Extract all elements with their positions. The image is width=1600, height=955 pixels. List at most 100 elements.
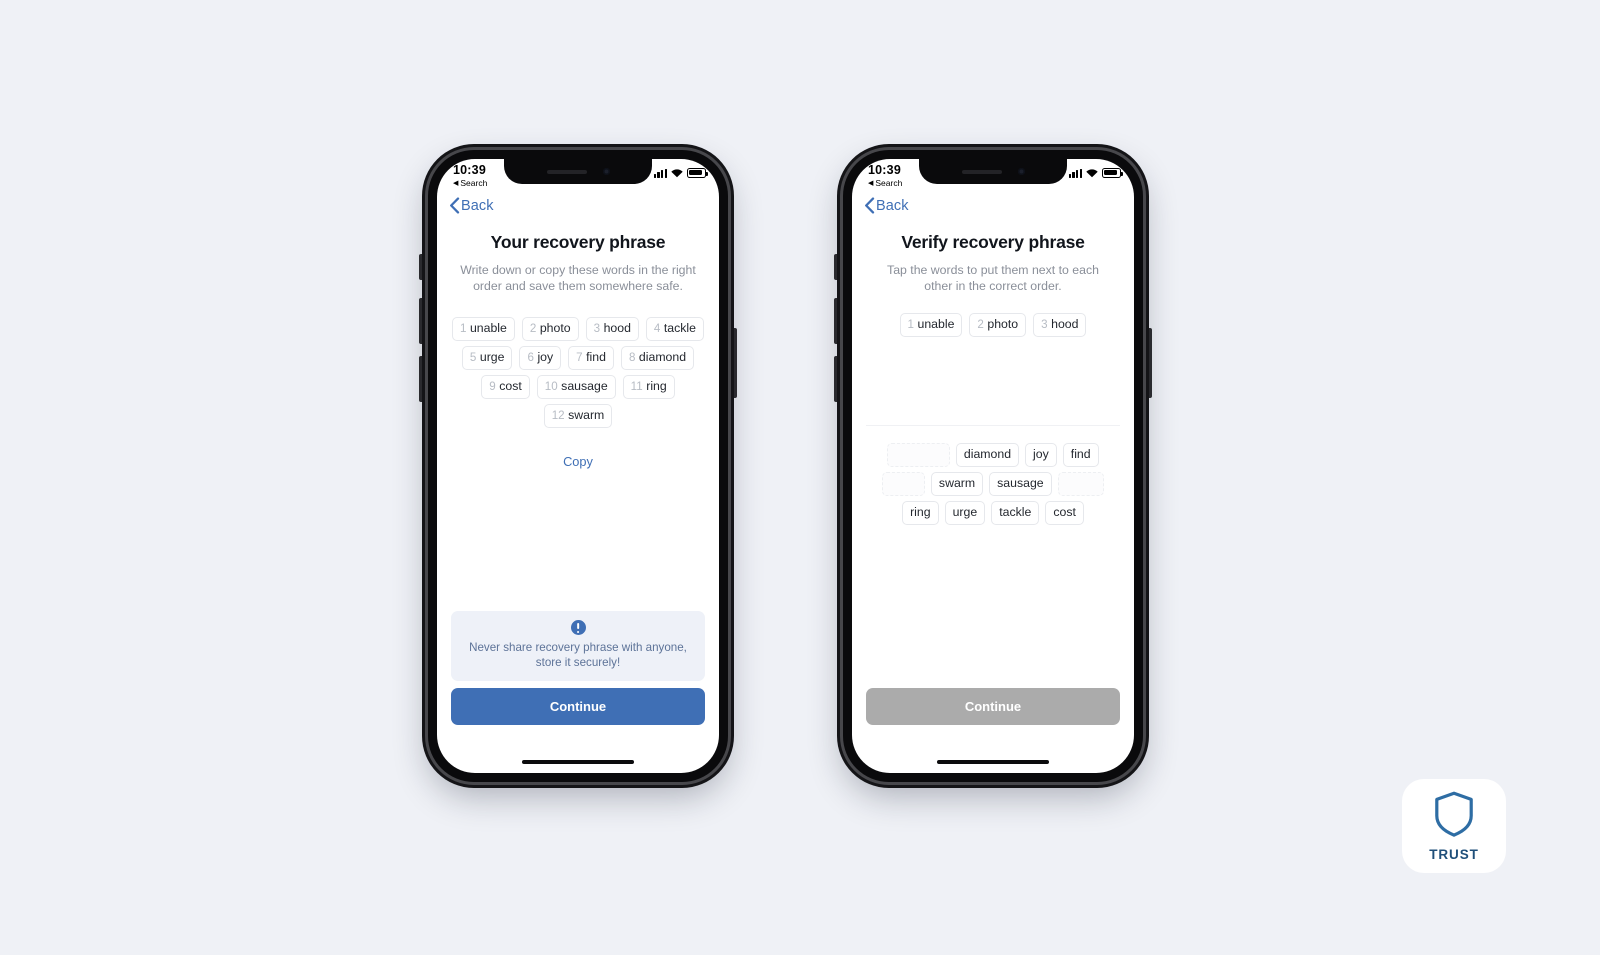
- phone-2-screen: 10:39 ◀ Search Back Verify recovery phra…: [852, 159, 1134, 773]
- continue-button[interactable]: Continue: [866, 688, 1120, 725]
- word-chip: 4 tackle: [645, 316, 704, 341]
- word-chip: 11 ring: [622, 374, 675, 399]
- wifi-icon: [671, 168, 683, 178]
- selected-word-chip[interactable]: 3 hood: [1033, 312, 1087, 337]
- volume-down-button[interactable]: [419, 356, 422, 402]
- word-text: tackle: [663, 320, 696, 335]
- word-chip: 12 swarm: [543, 403, 613, 428]
- screenshot-stage: 10:39 ◀ Search Back Your recovery phrase…: [0, 0, 1600, 955]
- exclamation-circle-icon: [570, 620, 586, 635]
- mute-switch[interactable]: [834, 254, 837, 280]
- word-index: 5: [469, 350, 477, 364]
- volume-down-button[interactable]: [834, 356, 837, 402]
- chevron-left-icon: [864, 197, 875, 214]
- word-text: sausage: [561, 378, 608, 393]
- word-bank-chip[interactable]: find: [1062, 442, 1099, 467]
- word-bank-empty-slot: sausage: [887, 442, 950, 467]
- earpiece-speaker: [961, 169, 1002, 174]
- word-bank-chip[interactable]: joy: [1025, 442, 1057, 467]
- word-chip: 1 unable: [451, 316, 515, 341]
- home-indicator[interactable]: [522, 759, 634, 764]
- back-button[interactable]: Back: [864, 197, 909, 214]
- battery-icon: [687, 168, 708, 178]
- word-bank-chip[interactable]: ring: [902, 500, 939, 525]
- front-camera: [1017, 168, 1025, 175]
- word-text: cost: [499, 378, 522, 393]
- phone-mockup-verify-phrase: 10:39 ◀ Search Back Verify recovery phra…: [834, 150, 1152, 782]
- recovery-phrase-list: 1 unable 2 photo 3 hood 4 tackle 5 urge 6 joy …: [451, 316, 705, 428]
- word-index: 9: [489, 379, 496, 393]
- cellular-signal-icon: [653, 168, 667, 178]
- word-index: 8: [628, 350, 636, 364]
- power-button[interactable]: [1149, 328, 1152, 398]
- copy-button[interactable]: Copy: [451, 454, 705, 469]
- volume-up-button[interactable]: [419, 298, 422, 344]
- word-index: 1: [907, 317, 914, 331]
- selected-words-area: 1 unable 2 photo 3 hood: [866, 295, 1120, 423]
- word-index: 3: [593, 321, 601, 335]
- home-indicator[interactable]: [937, 759, 1049, 764]
- word-chip: 7 find: [568, 345, 614, 370]
- word-bank-chip[interactable]: urge: [944, 500, 986, 525]
- back-arrow-icon: ◀: [453, 180, 459, 187]
- word-text: diamond: [638, 349, 687, 364]
- word-bank-chips: sausage diamond joy find hood swarm saus…: [866, 442, 1120, 525]
- word-bank-chip[interactable]: diamond: [955, 442, 1020, 467]
- wifi-icon: [1086, 168, 1098, 178]
- word-text: unable: [917, 316, 955, 331]
- word-index: 10: [544, 379, 558, 393]
- word-chip: 5 urge: [461, 345, 513, 370]
- word-bank-chip[interactable]: tackle: [991, 500, 1040, 525]
- mute-switch[interactable]: [419, 254, 422, 280]
- word-index: 2: [977, 317, 984, 331]
- phone-1-content: Your recovery phrase Write down or copy …: [437, 232, 719, 469]
- word-bank-chip[interactable]: sausage: [989, 471, 1052, 496]
- back-button-label: Back: [876, 197, 909, 214]
- word-text: find: [586, 349, 606, 364]
- word-text: urge: [479, 349, 505, 364]
- page-subtitle: Write down or copy these words in the ri…: [460, 263, 696, 294]
- front-camera: [602, 168, 610, 175]
- selected-word-chip[interactable]: 1 unable: [899, 312, 963, 337]
- word-chip: 9 cost: [481, 374, 530, 399]
- security-warning-text: Never share recovery phrase with anyone,…: [469, 641, 687, 669]
- back-button-label: Back: [461, 197, 494, 214]
- notch: [919, 159, 1067, 184]
- status-indicators: [1068, 168, 1123, 178]
- power-button[interactable]: [734, 328, 737, 398]
- word-chip: 6 joy: [519, 345, 562, 370]
- word-text: unable: [469, 320, 507, 335]
- page-title: Verify recovery phrase: [901, 232, 1085, 252]
- word-text: swarm: [568, 407, 605, 422]
- word-bank-empty-slot: hood: [881, 471, 925, 496]
- word-text: joy: [537, 349, 554, 364]
- word-index: 2: [529, 321, 537, 335]
- word-index: 12: [551, 408, 565, 422]
- chevron-left-icon: [449, 197, 460, 214]
- phone-1-screen: 10:39 ◀ Search Back Your recovery phrase…: [437, 159, 719, 773]
- word-index: 6: [527, 350, 534, 364]
- page-title: Your recovery phrase: [490, 232, 666, 252]
- trust-wordmark: TRUST: [1429, 847, 1479, 862]
- word-index: 4: [653, 321, 661, 335]
- volume-up-button[interactable]: [834, 298, 837, 344]
- phone-mockup-recovery-phrase: 10:39 ◀ Search Back Your recovery phrase…: [419, 150, 737, 782]
- word-text: hood: [1051, 316, 1079, 331]
- page-subtitle: Tap the words to put them next to each o…: [887, 263, 1099, 294]
- word-bank-chip[interactable]: cost: [1045, 500, 1084, 525]
- word-text: ring: [646, 378, 667, 393]
- word-bank-chip[interactable]: swarm: [930, 471, 984, 496]
- shield-icon: [1433, 790, 1475, 843]
- selected-word-chips: 1 unable 2 photo 3 hood: [866, 312, 1120, 337]
- back-app-label: Search: [875, 178, 903, 188]
- word-index: 1: [459, 321, 467, 335]
- selected-word-chip[interactable]: 2 photo: [969, 312, 1027, 337]
- word-chip: 8 diamond: [620, 345, 695, 370]
- word-text: photo: [539, 320, 571, 335]
- continue-button[interactable]: Continue: [451, 688, 705, 725]
- nav-bar: Back: [852, 195, 1134, 225]
- trust-wallet-logo: TRUST: [1402, 779, 1506, 873]
- back-button[interactable]: Back: [449, 197, 494, 214]
- word-chip: 10 sausage: [536, 374, 616, 399]
- word-chip: 2 photo: [521, 316, 579, 341]
